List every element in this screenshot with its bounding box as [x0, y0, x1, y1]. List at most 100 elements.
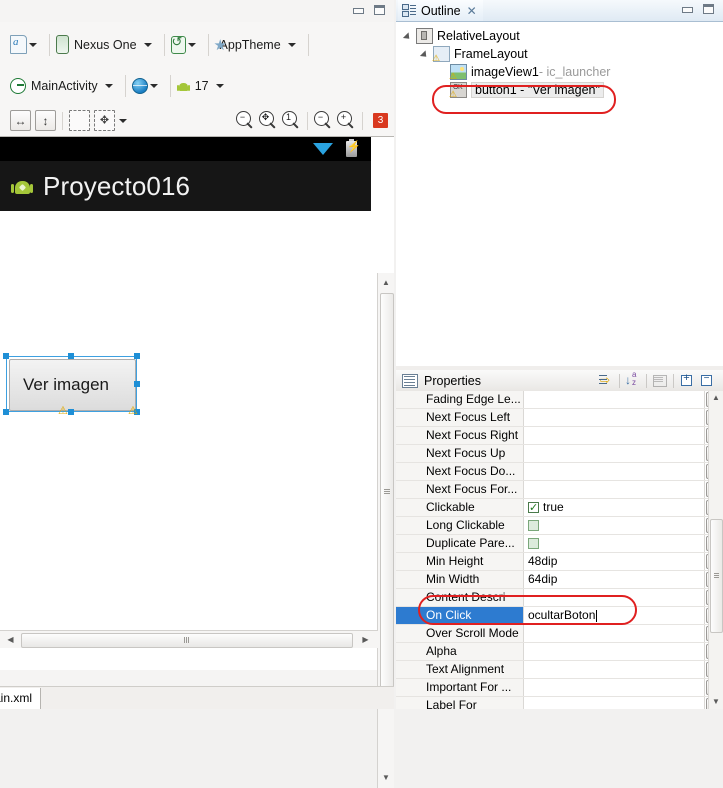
minimize-icon[interactable] [352, 5, 365, 16]
property-value[interactable] [524, 445, 705, 462]
chevron-down-icon[interactable] [287, 42, 296, 47]
design-canvas-area[interactable]: Proyecto016 Ver imagen [0, 136, 394, 788]
zoom-out-button[interactable]: − [313, 110, 334, 131]
locale-selector[interactable] [130, 67, 166, 105]
expand-arrow-icon[interactable] [404, 31, 414, 41]
expand-all-button[interactable] [677, 372, 697, 390]
zoom-in-button[interactable]: + [336, 110, 357, 131]
close-icon[interactable]: ✕ [467, 5, 477, 17]
resize-handle-bl[interactable] [3, 409, 9, 415]
activity-selector[interactable]: MainActivity [8, 67, 121, 105]
api-level-selector[interactable]: 17 [175, 67, 232, 105]
property-row[interactable]: Long Clickable••• [396, 517, 723, 535]
property-row[interactable]: Next Focus Left••• [396, 409, 723, 427]
maximize-icon[interactable] [373, 5, 386, 16]
scroll-up-icon[interactable]: ▲ [378, 275, 394, 291]
error-count-badge[interactable]: 3 [373, 113, 388, 128]
minimize-icon[interactable] [681, 4, 694, 15]
scroll-left-icon[interactable]: ◀ [2, 631, 19, 648]
property-row[interactable]: Min Width64dip••• [396, 571, 723, 589]
property-row[interactable]: Min Height48dip••• [396, 553, 723, 571]
vertical-scroll-thumb[interactable] [380, 293, 394, 691]
property-value[interactable] [524, 409, 705, 426]
property-row[interactable]: Text Alignment••• [396, 661, 723, 679]
resize-handle-mr[interactable] [134, 381, 140, 387]
property-row[interactable]: Duplicate Pare...••• [396, 535, 723, 553]
property-row[interactable]: Clickabletrue••• [396, 499, 723, 517]
distribute-button[interactable]: ✥ [94, 110, 115, 131]
property-value[interactable] [524, 679, 705, 696]
chevron-down-icon[interactable] [29, 42, 37, 47]
canvas-horizontal-scrollbar[interactable]: ◀ ▶ [0, 630, 378, 648]
orientation-selector[interactable] [169, 22, 204, 67]
sort-alphabetically-button[interactable] [623, 371, 643, 390]
resize-handle-tr[interactable] [134, 353, 140, 359]
zoom-out-fit-button[interactable]: − [235, 110, 256, 131]
scroll-down-icon[interactable]: ▼ [378, 770, 394, 786]
property-value[interactable] [524, 517, 705, 534]
chevron-down-icon[interactable] [187, 42, 196, 47]
property-row[interactable]: Fading Edge Le...••• [396, 391, 723, 409]
zoom-100-button[interactable]: 1 [281, 110, 302, 131]
app-content-area[interactable] [0, 211, 371, 652]
properties-table[interactable]: Fading Edge Le...•••Next Focus Left•••Ne… [396, 391, 723, 709]
property-value[interactable]: 64dip [524, 571, 705, 588]
property-value[interactable] [524, 427, 705, 444]
property-value[interactable] [524, 643, 705, 660]
horizontal-scroll-thumb[interactable] [21, 633, 353, 648]
design-canvas[interactable]: Proyecto016 Ver imagen [0, 137, 371, 652]
property-row[interactable]: Important For ...••• [396, 679, 723, 697]
chevron-down-icon[interactable] [119, 118, 127, 123]
checkbox-icon[interactable] [528, 538, 539, 549]
maximize-icon[interactable] [702, 4, 715, 15]
scroll-right-icon[interactable]: ▶ [357, 631, 374, 648]
property-value[interactable] [524, 661, 705, 678]
canvas-vertical-scrollbar[interactable]: ▲ ▼ [377, 273, 394, 788]
chevron-down-icon[interactable] [215, 84, 224, 88]
show-outline-button[interactable] [69, 110, 90, 131]
property-value[interactable]: true [524, 499, 705, 516]
selected-widget-button1[interactable]: Ver imagen [3, 353, 140, 417]
scroll-down-icon[interactable]: ▼ [709, 695, 723, 709]
property-row[interactable]: Alpha••• [396, 643, 723, 661]
tab-outline[interactable]: Outline ✕ [398, 0, 483, 21]
properties-scrollbar[interactable]: ▲ ▼ [708, 391, 723, 709]
collapse-all-button[interactable] [697, 372, 717, 390]
property-value[interactable] [524, 697, 705, 709]
property-row[interactable]: Over Scroll Mode••• [396, 625, 723, 643]
tree-item-framelayout[interactable]: ⚠ FrameLayout [396, 45, 723, 63]
expand-arrow-icon[interactable] [421, 49, 431, 59]
property-row[interactable]: Next Focus Up••• [396, 445, 723, 463]
scroll-up-icon[interactable]: ▲ [709, 391, 723, 405]
fit-height-button[interactable]: ↕ [35, 110, 56, 131]
property-value[interactable] [524, 535, 705, 552]
filter-button[interactable] [650, 372, 670, 390]
resize-handle-tl[interactable] [3, 353, 9, 359]
property-row[interactable]: Next Focus Right••• [396, 427, 723, 445]
chevron-down-icon[interactable] [104, 84, 113, 88]
layout-config-button[interactable] [8, 22, 45, 67]
tab-layout-xml[interactable]: ain.xml [0, 688, 42, 709]
resize-handle-tc[interactable] [68, 353, 74, 359]
outline-window-controls[interactable] [681, 4, 715, 15]
chevron-down-icon[interactable] [143, 42, 152, 47]
tree-item-relativelayout[interactable]: RelativeLayout [396, 27, 723, 45]
chevron-down-icon[interactable] [149, 84, 158, 88]
property-value[interactable] [524, 463, 705, 480]
property-row[interactable]: Next Focus For...••• [396, 481, 723, 499]
checkbox-icon[interactable] [528, 520, 539, 531]
fit-width-button[interactable]: ↔ [10, 110, 31, 131]
tree-item-imageview1[interactable]: ⚠ imageView1 - ic_launcher [396, 63, 723, 81]
property-value[interactable]: 48dip [524, 553, 705, 570]
theme-selector[interactable]: AppTheme [213, 22, 304, 67]
zoom-fit-button[interactable]: ✥ [258, 110, 279, 131]
property-value[interactable] [524, 625, 705, 642]
properties-scroll-thumb[interactable] [710, 519, 723, 633]
checkbox-icon[interactable] [528, 500, 539, 516]
editor-window-controls[interactable] [352, 5, 386, 16]
outline-tree[interactable]: RelativeLayout ⚠ FrameLayout ⚠ imageView… [396, 22, 723, 366]
device-selector[interactable]: Nexus One [54, 22, 160, 67]
property-row[interactable]: Label For••• [396, 697, 723, 709]
property-value[interactable] [524, 481, 705, 498]
resize-handle-bc[interactable] [68, 409, 74, 415]
